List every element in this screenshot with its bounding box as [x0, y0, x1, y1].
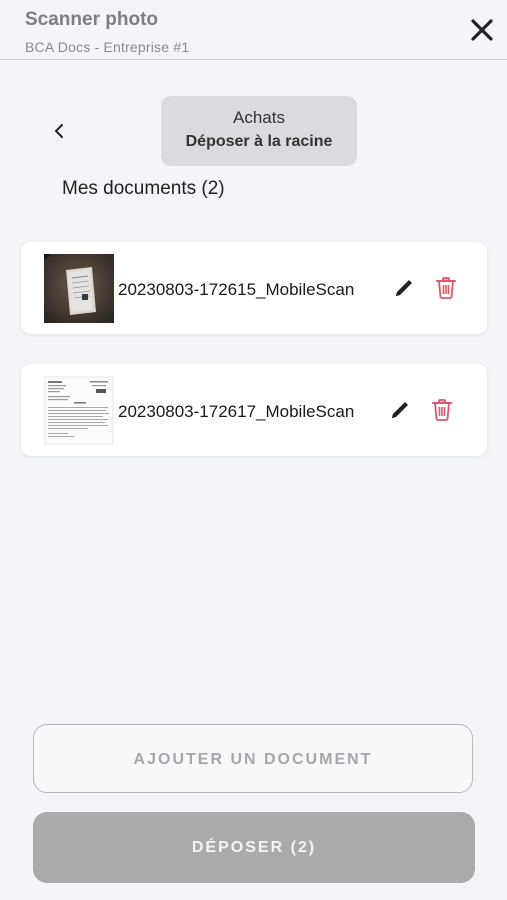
- delete-button[interactable]: [435, 276, 457, 300]
- documents-section-title: Mes documents (2): [62, 178, 225, 199]
- close-button[interactable]: [468, 16, 496, 44]
- workspace-subtitle: BCA Docs - Entreprise #1: [25, 39, 190, 55]
- screen-title: Scanner photo: [25, 9, 159, 30]
- trash-icon: [432, 399, 452, 421]
- document-thumbnail-icon[interactable]: [44, 376, 114, 445]
- destination-folder-button[interactable]: Achats Déposer à la racine: [161, 96, 357, 166]
- pencil-icon: [392, 402, 408, 418]
- document-name: 20230803-172617_MobileScan: [118, 402, 355, 421]
- add-document-button[interactable]: AJOUTER UN DOCUMENT: [33, 724, 473, 793]
- back-button[interactable]: [46, 118, 72, 144]
- trash-icon: [436, 277, 456, 299]
- delete-button[interactable]: [431, 398, 453, 422]
- submit-button[interactable]: DÉPOSER (2): [33, 812, 475, 883]
- close-icon: [471, 19, 493, 41]
- folder-action-label: Déposer à la racine: [185, 133, 333, 150]
- folder-name: Achats: [233, 108, 285, 127]
- chevron-left-icon: [55, 124, 63, 138]
- photo-thumbnail-icon[interactable]: [44, 254, 114, 323]
- document-card: 20230803-172617_MobileScan: [21, 364, 487, 456]
- document-card: 20230803-172615_MobileScan: [21, 242, 487, 334]
- pencil-icon: [396, 280, 412, 296]
- edit-button[interactable]: [392, 276, 416, 300]
- app-header: Scanner photo BCA Docs - Entreprise #1: [0, 0, 507, 60]
- document-name: 20230803-172615_MobileScan: [118, 280, 355, 299]
- edit-button[interactable]: [388, 398, 412, 422]
